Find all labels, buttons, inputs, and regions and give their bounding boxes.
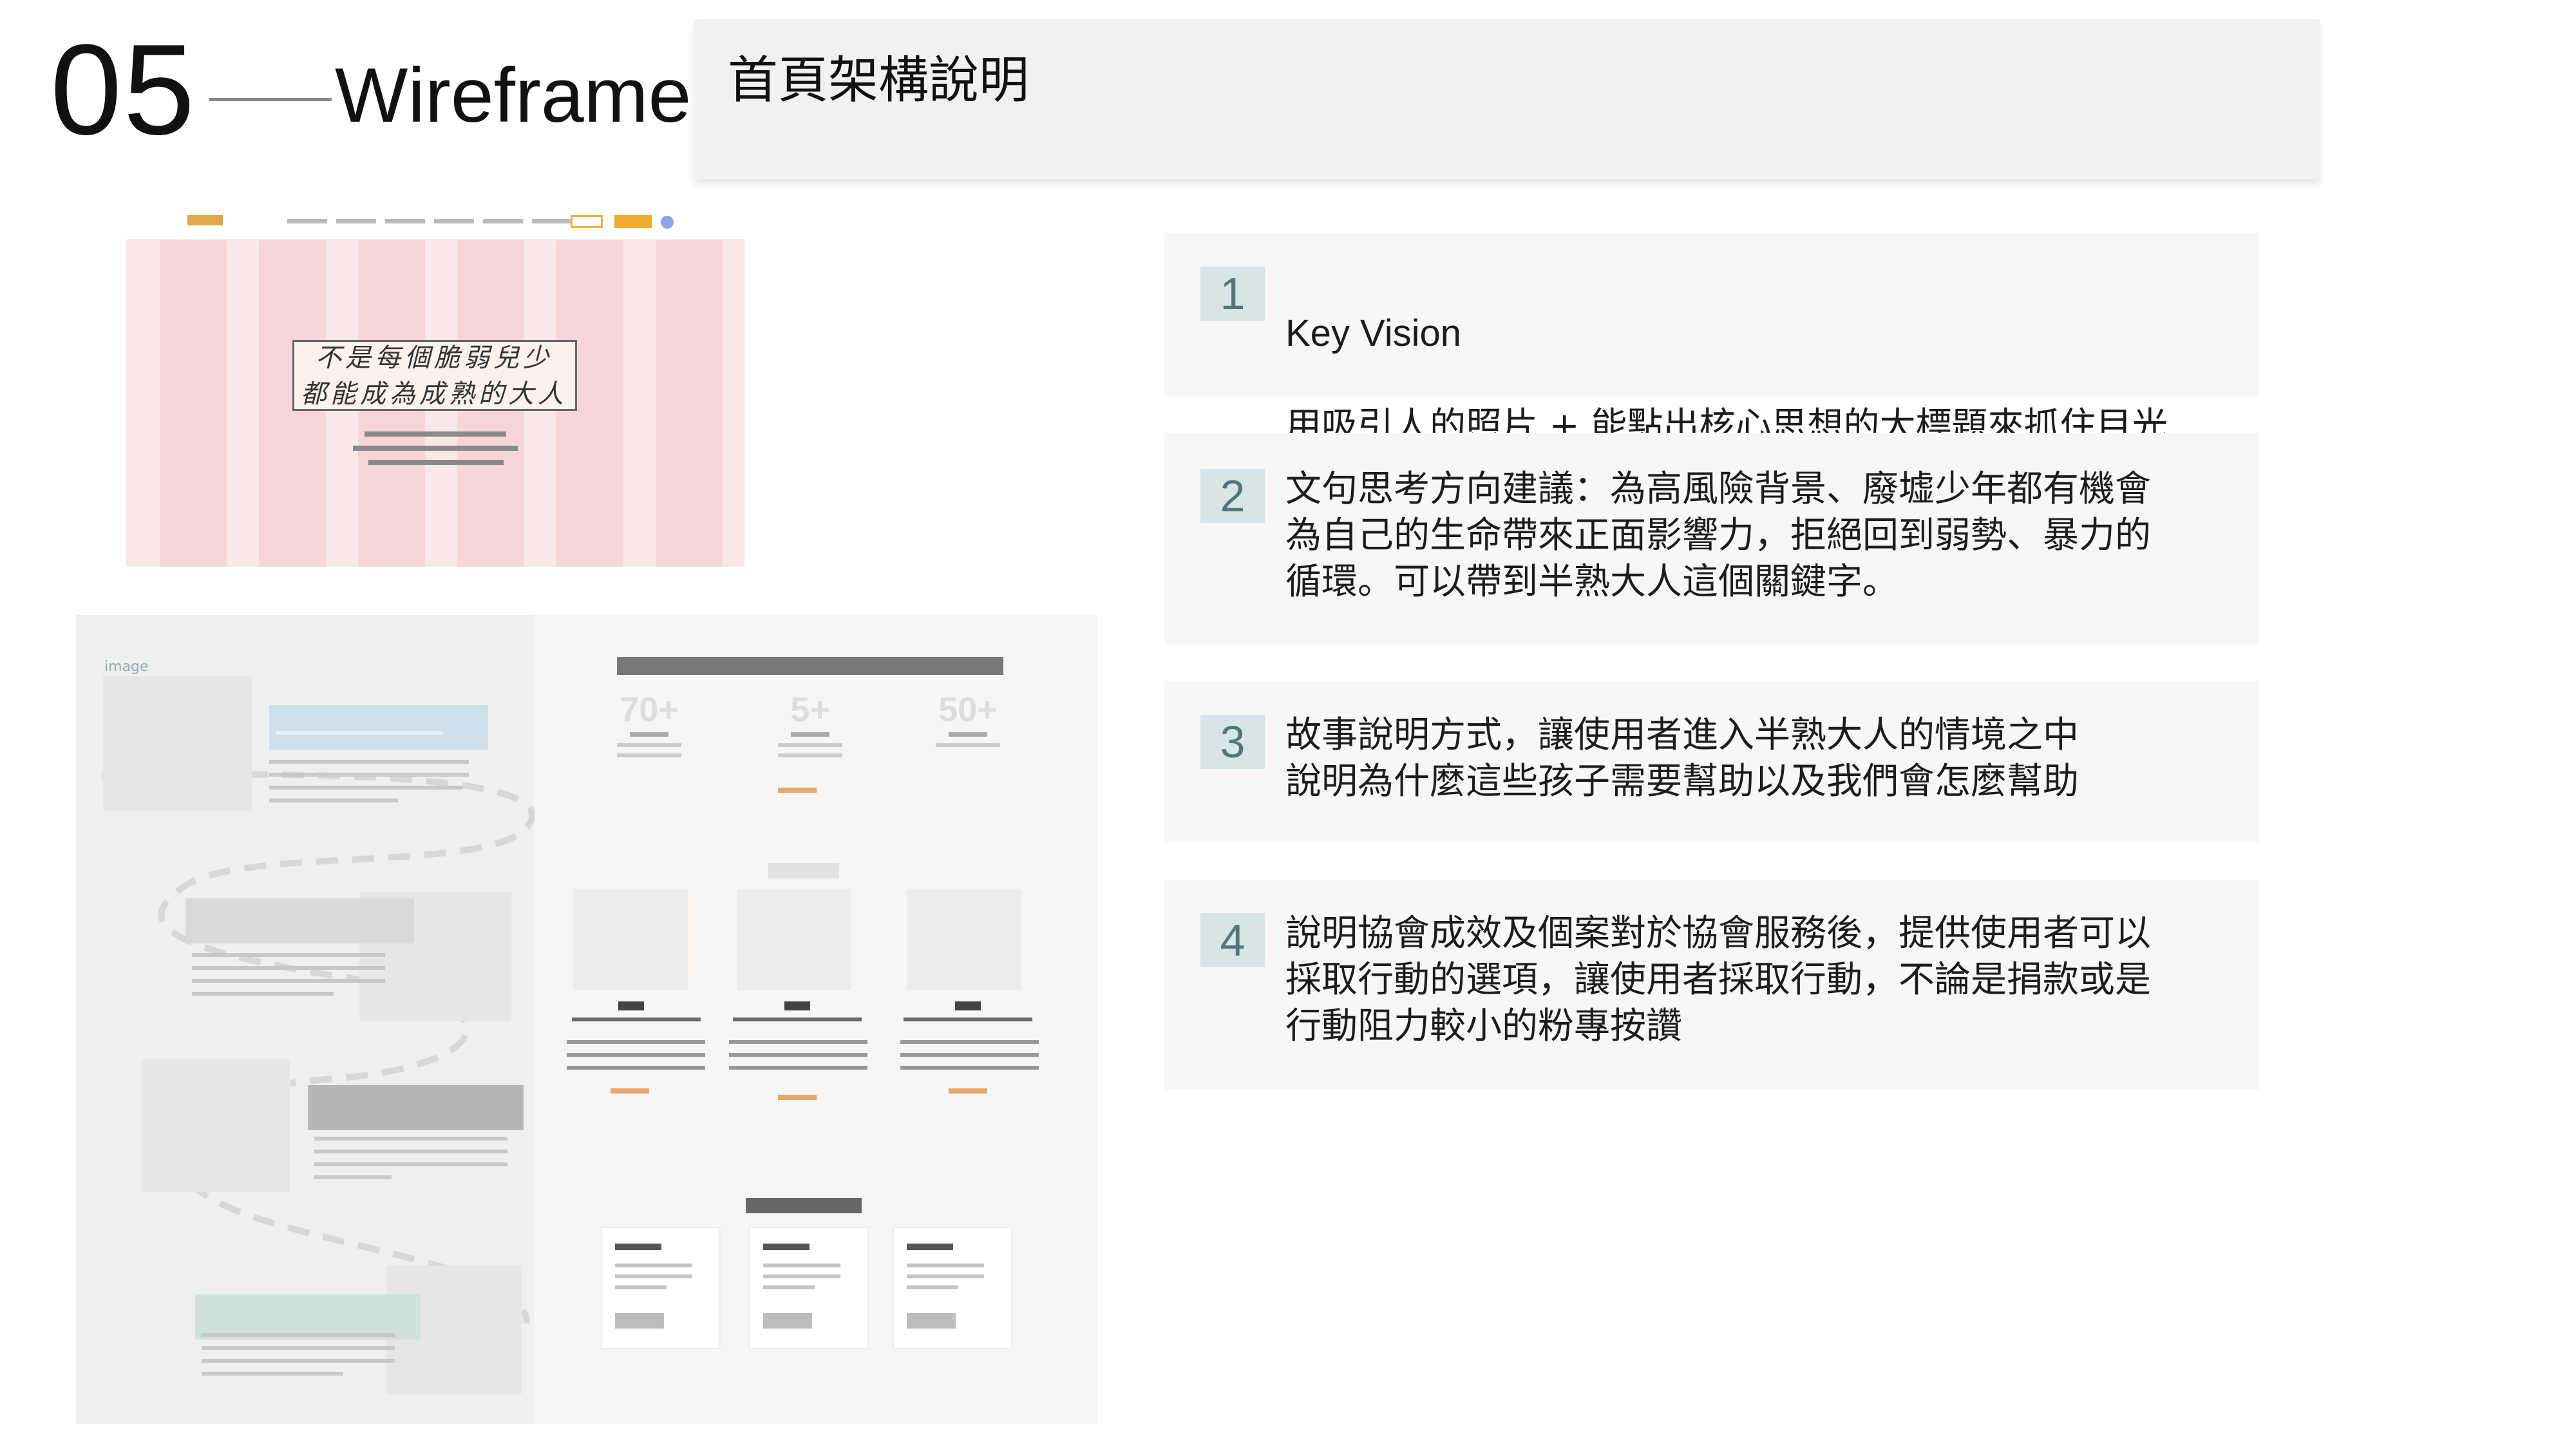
- stat-block: 70+: [614, 692, 685, 757]
- image-placeholder: [142, 1059, 290, 1192]
- hero-subtext-line: [365, 431, 506, 437]
- page-heading: 首頁架構說明: [728, 52, 1030, 109]
- cases-title-bar: [768, 863, 839, 878]
- case-image-placeholder: [737, 889, 851, 990]
- story-tag: [269, 705, 488, 750]
- grid-column: [656, 240, 723, 567]
- explanation-block-2: 2 文句思考方向建議：為高風險背景、廢墟少年都有機會 為自己的生命帶來正面影響力…: [1164, 433, 2259, 645]
- explanation-text: Key Vision 用吸引人的照片 + 能點出核心思想的大標題來抓住目光: [1285, 264, 2239, 450]
- explanation-text: 說明協會成效及個案對於協會服務後，提供使用者可以 採取行動的選項，讓使用者採取行…: [1285, 913, 2151, 1047]
- read-more-link: [778, 788, 817, 793]
- hero-subtext-line: [368, 460, 504, 465]
- case-image-placeholder: [573, 889, 688, 990]
- explanation-number: 3: [1200, 715, 1265, 769]
- story-column: image: [76, 615, 535, 1424]
- action-card: [893, 1227, 1012, 1349]
- section-title: Wireframe: [335, 52, 692, 138]
- impact-title-bar: [617, 657, 1003, 675]
- heading-box: 首頁架構說明: [694, 19, 2320, 179]
- stat-number: 70+: [620, 690, 679, 729]
- story-tag: [308, 1085, 524, 1130]
- wireframe-nav-button-outline: [571, 215, 603, 228]
- stat-number: 5+: [790, 690, 830, 729]
- explanation-text: 文句思考方向建議：為高風險背景、廢墟少年都有機會 為自己的生命帶來正面影響力，拒…: [1285, 468, 2151, 603]
- case-image-placeholder: [907, 889, 1021, 990]
- stat-block: 50+: [933, 692, 1003, 747]
- explanation-title: Key Vision: [1285, 312, 1461, 354]
- actions-title-bar: [746, 1198, 862, 1213]
- slide-number: 05: [50, 18, 196, 162]
- title-divider: [209, 98, 332, 101]
- explanation-number: 4: [1200, 913, 1265, 967]
- wireframe-nav-items: [287, 219, 572, 223]
- wireframe-logo: [187, 215, 223, 225]
- grid-column: [160, 240, 227, 567]
- explanation-block-1: 1 Key Vision 用吸引人的照片 + 能點出核心思想的大標題來抓住目光: [1164, 233, 2259, 447]
- action-card: [601, 1227, 721, 1349]
- stat-block: 5+: [775, 692, 846, 757]
- action-card: [749, 1227, 869, 1349]
- homepage-wireframe: image 70+ 5+ 50+: [76, 615, 1097, 1424]
- explanation-text: 故事說明方式，讓使用者進入半熟大人的情境之中 說明為什麼這些孩子需要幫助以及我們…: [1285, 714, 2079, 802]
- hero-subtext-line: [353, 446, 518, 451]
- explanation-block-4: 4 說明協會成效及個案對於協會服務後，提供使用者可以 採取行動的選項，讓使用者採…: [1164, 880, 2259, 1090]
- key-vision-wireframe: 不是每個脆弱兒少 都能成為成熟的大人: [126, 205, 744, 567]
- explanation-number: 2: [1200, 469, 1265, 523]
- hero-headline: 不是每個脆弱兒少 都能成為成熟的大人: [301, 343, 567, 409]
- image-placeholder: [103, 676, 252, 811]
- globe-icon: [661, 216, 674, 229]
- wireframe-nav-button-filled: [614, 215, 652, 228]
- story-tag: [185, 898, 414, 943]
- explanation-block-3: 3 故事說明方式，讓使用者進入半熟大人的情境之中 說明為什麼這些孩子需要幫助以及…: [1164, 681, 2259, 842]
- wireframe-nav-bar: [126, 205, 744, 240]
- explanation-number: 1: [1200, 267, 1265, 321]
- stat-number: 50+: [938, 690, 998, 729]
